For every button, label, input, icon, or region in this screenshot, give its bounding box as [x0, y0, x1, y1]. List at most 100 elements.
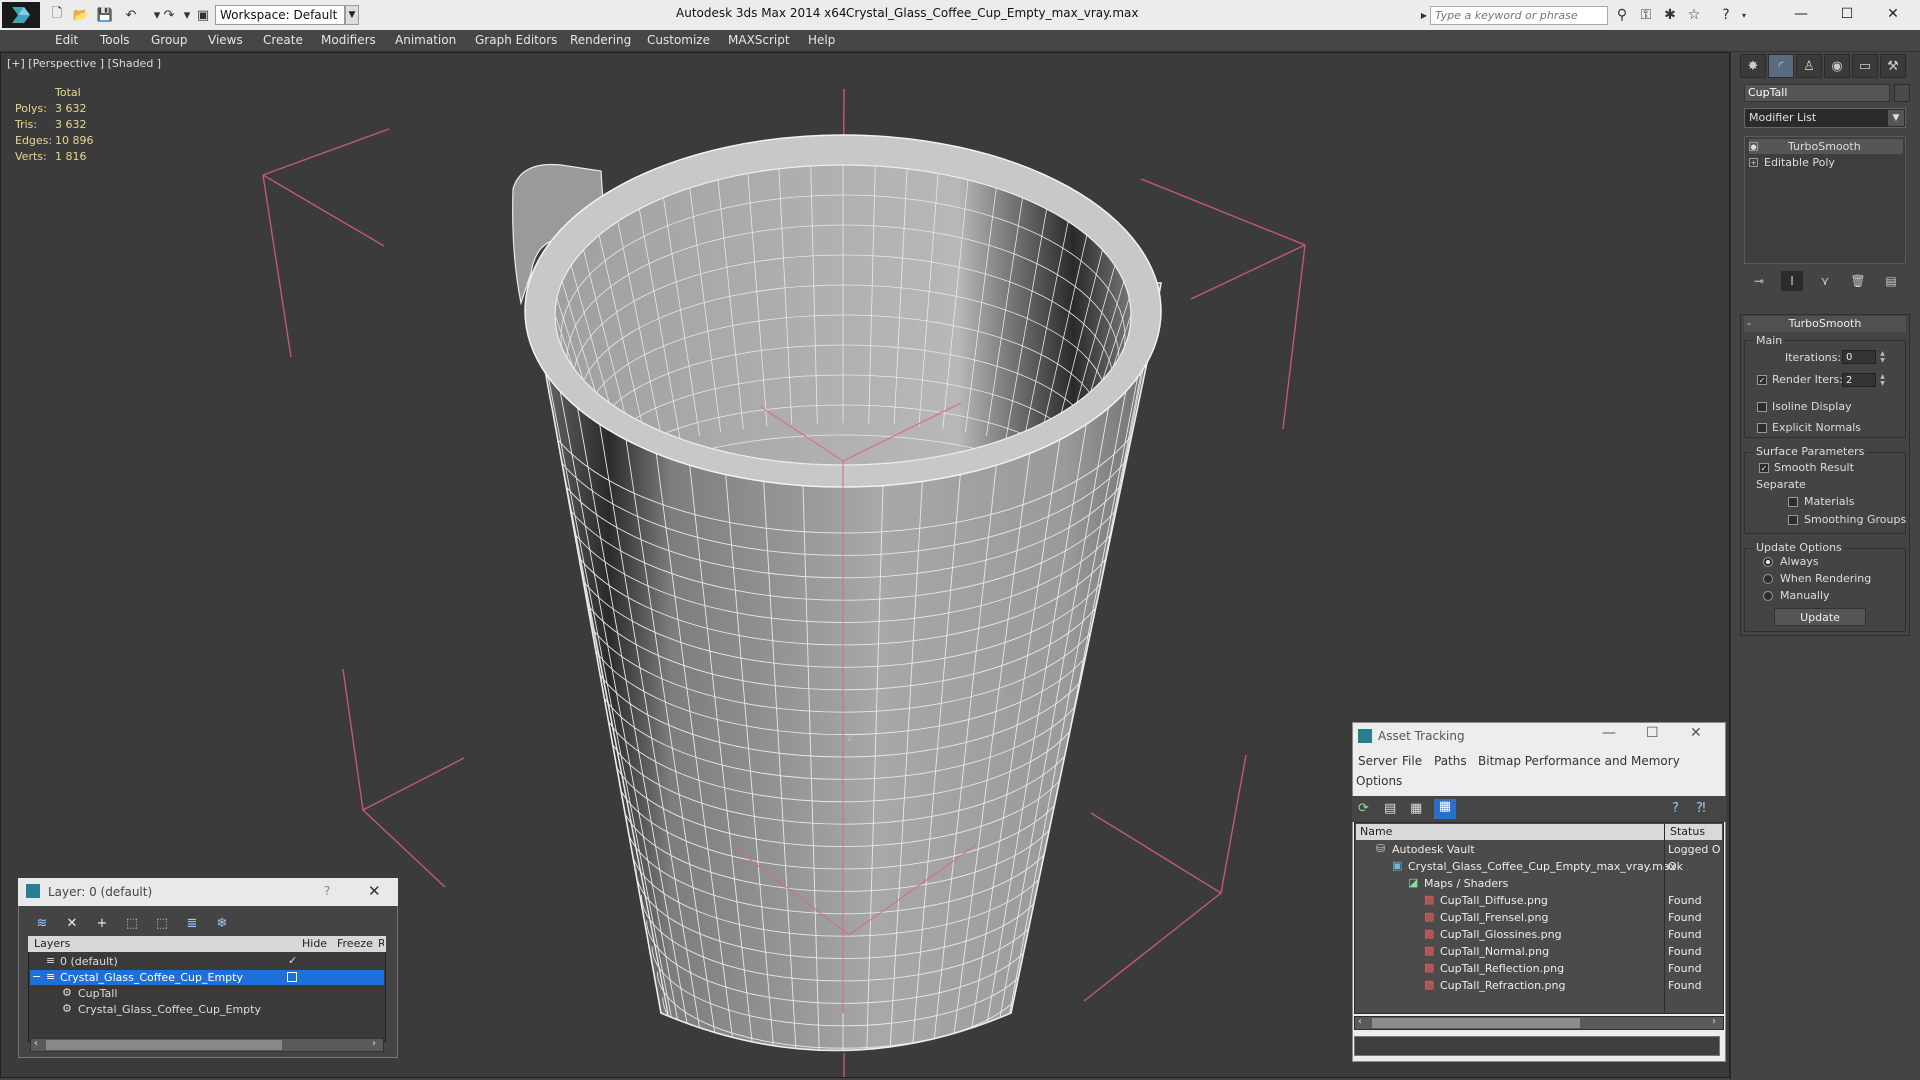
stack-item-turbosmooth[interactable]: ● TurboSmooth	[1749, 139, 1903, 154]
menu-create[interactable]: Create	[263, 33, 303, 47]
asset-menu-paths[interactable]: Paths	[1434, 754, 1467, 768]
render-iters-checkbox[interactable]: ✓	[1757, 375, 1767, 385]
asset-menu-file[interactable]: File	[1402, 754, 1422, 768]
layer-manager-icon[interactable]: ≋	[32, 914, 52, 932]
layer-row[interactable]: ⚙ Crystal_Glass_Coffee_Cup_Empty	[30, 1002, 384, 1017]
help-dropdown-icon[interactable]: ▾	[1734, 6, 1754, 24]
menu-animation[interactable]: Animation	[395, 33, 456, 47]
menu-help[interactable]: Help	[808, 33, 835, 47]
isoline-display-checkbox[interactable]	[1757, 402, 1767, 412]
close-icon[interactable]: ✕	[1690, 725, 1702, 741]
modifier-list-dropdown[interactable]: Modifier List	[1744, 108, 1906, 128]
binoculars-icon[interactable]: ⚲	[1612, 6, 1632, 24]
explicit-normals-checkbox[interactable]	[1757, 423, 1767, 433]
asset-menu-bitmap-performance[interactable]: Bitmap Performance and Memory	[1478, 754, 1680, 768]
table-view-icon[interactable]: ▦	[1434, 799, 1456, 819]
undo-icon[interactable]: ↶	[122, 6, 140, 24]
column-status[interactable]: Status	[1670, 825, 1705, 838]
new-file-icon[interactable]: 🗋	[48, 6, 66, 24]
maximize-icon[interactable]: ☐	[1824, 2, 1870, 26]
menu-rendering[interactable]: Rendering	[570, 33, 631, 47]
chevron-down-icon[interactable]: ▼	[1888, 110, 1904, 126]
scroll-right-icon[interactable]: ›	[1712, 1016, 1716, 1027]
motion-tab-icon[interactable]: ◉	[1824, 54, 1850, 78]
refresh-icon[interactable]: ⟳	[1358, 801, 1369, 816]
close-icon[interactable]: ✕	[1870, 2, 1916, 26]
asset-path-field[interactable]	[1354, 1036, 1720, 1056]
viewport-label[interactable]: [+] [Perspective ] [Shaded ]	[7, 57, 161, 70]
make-unique-icon[interactable]: ⋎	[1814, 271, 1836, 291]
menu-views[interactable]: Views	[208, 33, 243, 47]
star-icon[interactable]: ☆	[1684, 6, 1704, 24]
open-file-icon[interactable]: 📂	[72, 6, 90, 24]
hierarchy-tab-icon[interactable]: ♙	[1796, 54, 1822, 78]
smoothing-groups-checkbox[interactable]	[1788, 515, 1798, 525]
scroll-left-icon[interactable]: ‹	[1358, 1016, 1362, 1027]
menu-graph-editors[interactable]: Graph Editors	[475, 33, 557, 47]
list-view-icon[interactable]: ▤	[1384, 801, 1396, 816]
help-icon[interactable]: ?	[324, 884, 330, 898]
scroll-right-icon[interactable]: ›	[372, 1038, 376, 1049]
object-color-swatch[interactable]	[1894, 84, 1910, 102]
redo-icon[interactable]: ↷	[160, 6, 178, 24]
utilities-tab-icon[interactable]: ⚒	[1880, 54, 1906, 78]
manually-radio[interactable]	[1763, 591, 1773, 601]
minimize-icon[interactable]: —	[1778, 2, 1824, 26]
create-tab-icon[interactable]: ✸	[1740, 54, 1766, 78]
add-to-layer-icon[interactable]: +	[92, 914, 112, 932]
render-iters-spinner[interactable]: 2	[1842, 373, 1876, 387]
menu-customize[interactable]: Customize	[647, 33, 710, 47]
scrollbar-thumb[interactable]	[46, 1040, 282, 1050]
menu-edit[interactable]: Edit	[55, 33, 78, 47]
help-icon[interactable]: ?	[1716, 6, 1736, 24]
smooth-result-checkbox[interactable]: ✓	[1759, 463, 1769, 473]
scrollbar-thumb[interactable]	[1372, 1018, 1580, 1028]
rollout-collapse-icon[interactable]: -	[1747, 317, 1751, 330]
project-folder-icon[interactable]: ▣	[194, 6, 212, 24]
help-icon[interactable]: ?	[1672, 801, 1679, 816]
display-tab-icon[interactable]: ▭	[1852, 54, 1878, 78]
app-logo-icon[interactable]	[2, 2, 40, 28]
close-icon[interactable]: ✕	[368, 882, 381, 900]
column-hide[interactable]: Hide	[302, 937, 327, 950]
scroll-left-icon[interactable]: ‹	[34, 1038, 38, 1049]
rollout-title[interactable]: TurboSmooth	[1744, 316, 1906, 332]
asset-menu-options[interactable]: Options	[1356, 774, 1402, 788]
save-file-icon[interactable]: 💾	[96, 6, 114, 24]
help-tooltip-icon[interactable]: ⁈	[1696, 801, 1706, 816]
delete-layer-icon[interactable]: ✕	[62, 914, 82, 932]
remove-modifier-icon[interactable]: 🗑	[1847, 271, 1869, 291]
chevron-down-icon[interactable]: ▼	[345, 5, 359, 25]
when-rendering-radio[interactable]	[1763, 574, 1773, 584]
column-freeze[interactable]: Freeze	[337, 937, 373, 950]
layer-dialog-titlebar[interactable]: Layer: 0 (default) ? ✕	[18, 878, 398, 906]
spinner-arrows-icon[interactable]: ▲ ▼	[1878, 373, 1887, 387]
column-render[interactable]: R	[378, 937, 384, 950]
expand-icon[interactable]: +	[1749, 158, 1758, 167]
show-end-result-icon[interactable]: Ⅰ	[1781, 271, 1803, 291]
communication-icon[interactable]: ✱	[1660, 6, 1680, 24]
stack-item-editable-poly[interactable]: + Editable Poly	[1749, 155, 1903, 170]
column-layers[interactable]: Layers	[34, 937, 70, 950]
modify-tab-icon[interactable]: ◜	[1768, 54, 1794, 78]
menu-tools[interactable]: Tools	[100, 33, 130, 47]
layer-row[interactable]: ⚙ CupTall	[30, 986, 384, 1001]
column-name[interactable]: Name	[1360, 825, 1392, 838]
select-in-layer-icon[interactable]: ⬚	[122, 914, 142, 932]
search-input[interactable]	[1430, 6, 1608, 25]
lightbulb-icon[interactable]: ●	[1749, 142, 1758, 151]
thumbnail-view-icon[interactable]: ▦	[1410, 801, 1422, 816]
asset-row[interactable]: ◪ Maps / Shaders	[1356, 876, 1722, 892]
materials-checkbox[interactable]	[1788, 497, 1798, 507]
menu-group[interactable]: Group	[151, 33, 188, 47]
hide-all-layers-icon[interactable]: ≣	[182, 914, 202, 932]
collapse-icon[interactable]: −	[32, 970, 41, 983]
freeze-all-layers-icon[interactable]: ❄	[212, 914, 232, 932]
iterations-spinner[interactable]: 0	[1842, 350, 1876, 364]
always-radio[interactable]	[1763, 557, 1773, 567]
layer-row[interactable]: − ≡ Crystal_Glass_Coffee_Cup_Empty	[30, 970, 384, 985]
maximize-icon[interactable]: ☐	[1646, 725, 1659, 741]
menu-modifiers[interactable]: Modifiers	[321, 33, 376, 47]
pin-stack-icon[interactable]: ⊸	[1748, 271, 1770, 291]
configure-sets-icon[interactable]: ▤	[1880, 271, 1902, 291]
